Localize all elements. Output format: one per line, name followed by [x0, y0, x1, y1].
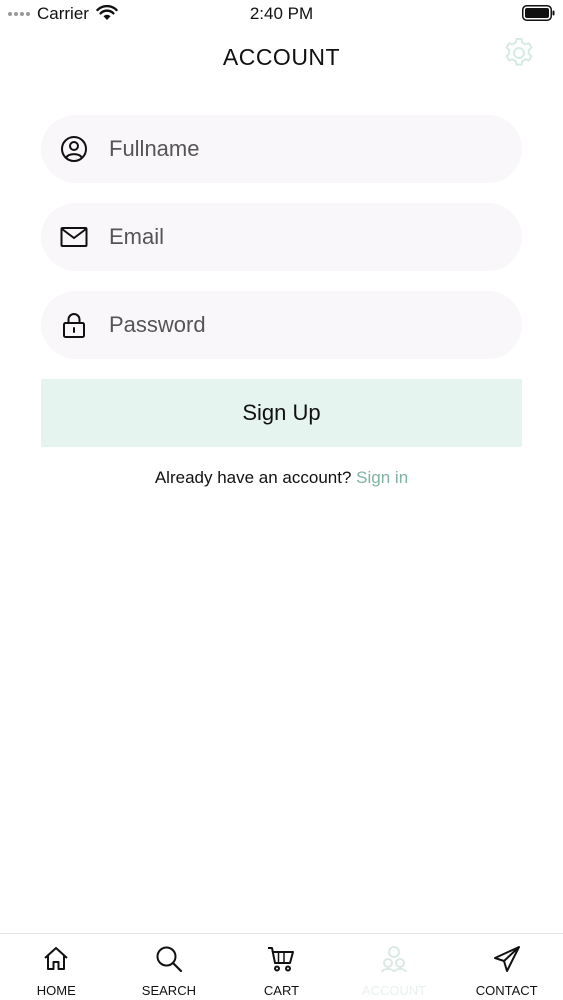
page-title: ACCOUNT — [222, 44, 341, 70]
sign-up-button[interactable]: Sign Up — [41, 379, 522, 447]
account-icon — [381, 946, 408, 973]
home-icon — [44, 947, 68, 970]
status-time: 2:40 PM — [249, 4, 314, 23]
tab-account[interactable]: ACCOUNT — [338, 934, 451, 1000]
signin-prompt: Already have an account? — [154, 468, 352, 487]
search-icon — [156, 946, 182, 973]
tab-bar: HOME SEARCH CART ACCOUNT CONTACT — [0, 933, 563, 1000]
screen: Carrier 2:40 PM ACCOUNT Fullname Email S… — [0, 0, 563, 1000]
sign-in-link[interactable]: Sign in — [356, 468, 408, 487]
status-bar: Carrier 2:40 PM — [0, 0, 563, 28]
lock-icon — [63, 313, 85, 338]
tab-cart[interactable]: CART — [225, 934, 338, 1000]
gear-icon[interactable] — [501, 35, 537, 71]
tab-contact-label: CONTACT — [475, 983, 538, 998]
password-input[interactable] — [109, 291, 509, 359]
signin-row: Already have an account? Sign in — [0, 468, 563, 488]
tab-cart-label: CART — [263, 983, 300, 998]
tab-home[interactable]: HOME — [0, 934, 113, 1000]
user-circle-icon — [61, 136, 87, 162]
email-input[interactable] — [109, 203, 509, 271]
mail-icon — [60, 227, 88, 247]
tab-search-label: SEARCH — [141, 983, 196, 998]
tab-account-label: ACCOUNT — [361, 983, 427, 998]
fullname-input[interactable] — [109, 115, 509, 183]
battery-icon — [522, 5, 555, 21]
cart-icon — [268, 947, 295, 972]
password-field[interactable] — [41, 291, 522, 359]
fullname-field[interactable] — [41, 115, 522, 183]
tab-contact[interactable]: CONTACT — [450, 934, 563, 1000]
email-field[interactable] — [41, 203, 522, 271]
tab-home-label: HOME — [36, 983, 76, 998]
tab-search[interactable]: SEARCH — [113, 934, 226, 1000]
send-icon — [493, 946, 520, 972]
